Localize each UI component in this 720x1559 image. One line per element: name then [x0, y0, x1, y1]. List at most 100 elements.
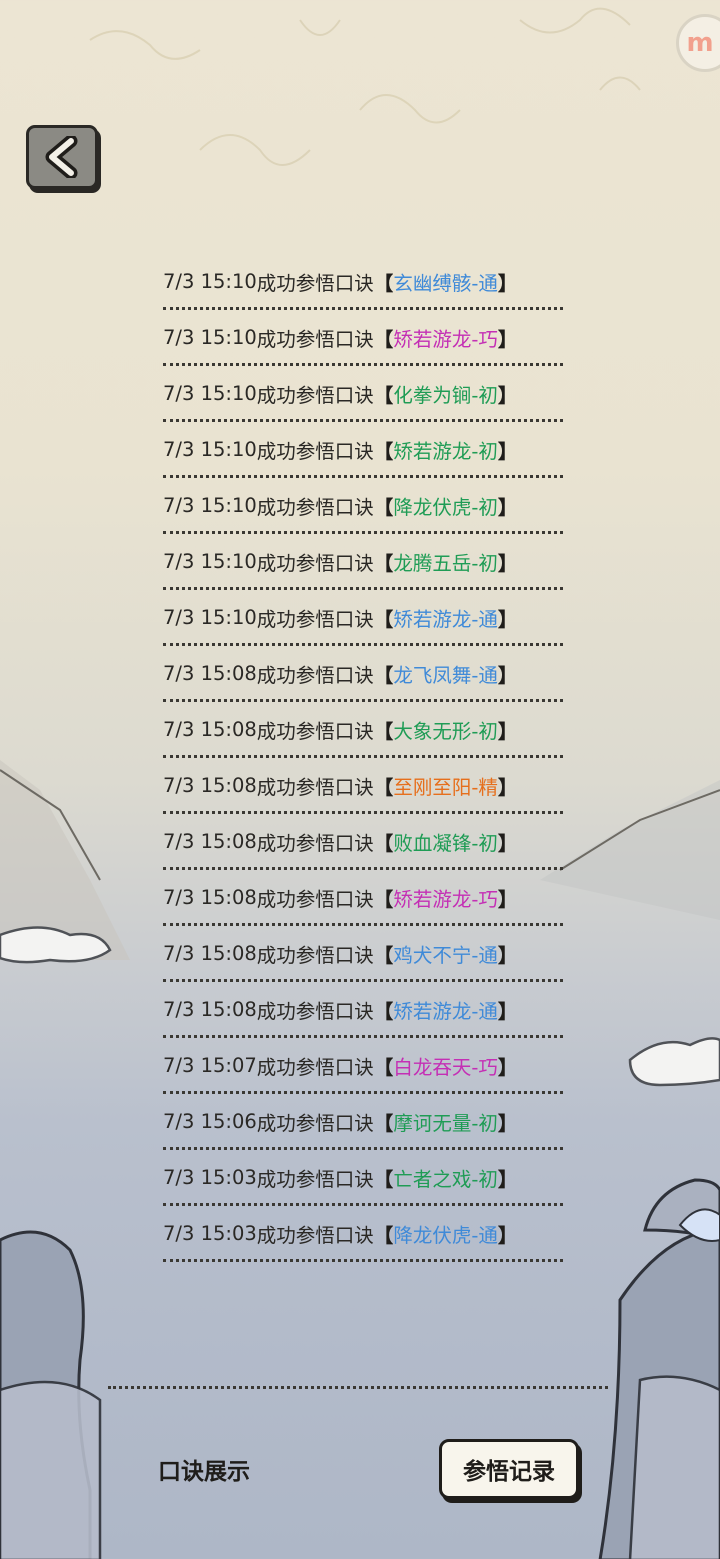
bracket-close: 】	[497, 1168, 518, 1191]
record-row: 7/3 15:08 成功参悟口诀【鸡犬不宁-通】	[163, 926, 563, 982]
tab-record[interactable]: 参悟记录	[439, 1439, 579, 1499]
record-row: 7/3 15:10 成功参悟口诀【化拳为锏-初】	[163, 366, 563, 422]
record-text: 成功参悟口诀	[256, 720, 374, 743]
record-skill: 化拳为锏-初	[393, 384, 498, 407]
record-skill: 败血凝锋-初	[393, 832, 498, 855]
record-skill: 降龙伏虎-通	[393, 1224, 498, 1247]
bracket-open: 【	[373, 1112, 394, 1135]
bracket-close: 】	[497, 944, 518, 967]
record-time: 7/3 15:10	[163, 270, 257, 293]
bracket-close: 】	[497, 832, 518, 855]
record-text: 成功参悟口诀	[256, 440, 374, 463]
record-time: 7/3 15:03	[163, 1222, 257, 1245]
record-time: 7/3 15:08	[163, 662, 257, 685]
record-skill: 矫若游龙-巧	[393, 888, 498, 911]
bracket-close: 】	[497, 328, 518, 351]
bracket-open: 【	[373, 552, 394, 575]
bracket-open: 【	[373, 1000, 394, 1023]
record-skill: 亡者之戏-初	[393, 1168, 498, 1191]
bracket-open: 【	[373, 776, 394, 799]
record-text: 成功参悟口诀	[256, 832, 374, 855]
bracket-close: 】	[497, 1000, 518, 1023]
record-text: 成功参悟口诀	[256, 944, 374, 967]
bracket-open: 【	[373, 1168, 394, 1191]
record-skill: 矫若游龙-初	[393, 440, 498, 463]
record-text: 成功参悟口诀	[256, 1112, 374, 1135]
bracket-open: 【	[373, 496, 394, 519]
record-time: 7/3 15:08	[163, 998, 257, 1021]
record-time: 7/3 15:10	[163, 438, 257, 461]
record-skill: 矫若游龙-通	[393, 1000, 498, 1023]
record-text: 成功参悟口诀	[256, 608, 374, 631]
bracket-close: 】	[497, 664, 518, 687]
record-text: 成功参悟口诀	[256, 776, 374, 799]
bracket-close: 】	[497, 496, 518, 519]
bracket-open: 【	[373, 888, 394, 911]
record-text: 成功参悟口诀	[256, 272, 374, 295]
record-text: 成功参悟口诀	[256, 1056, 374, 1079]
record-skill: 玄幽缚骸-通	[393, 272, 498, 295]
record-time: 7/3 15:10	[163, 550, 257, 573]
record-skill: 鸡犬不宁-通	[393, 944, 498, 967]
record-time: 7/3 15:08	[163, 718, 257, 741]
bracket-open: 【	[373, 664, 394, 687]
tab-showcase[interactable]: 口诀展示	[158, 1452, 250, 1486]
divider	[108, 1386, 608, 1389]
record-text: 成功参悟口诀	[256, 1168, 374, 1191]
bracket-close: 】	[497, 720, 518, 743]
bracket-close: 】	[497, 1056, 518, 1079]
app-logo: m	[676, 14, 720, 72]
record-row: 7/3 15:10 成功参悟口诀【龙腾五岳-初】	[163, 534, 563, 590]
record-row: 7/3 15:03 成功参悟口诀【亡者之戏-初】	[163, 1150, 563, 1206]
record-skill: 至刚至阳-精	[393, 776, 498, 799]
record-text: 成功参悟口诀	[256, 664, 374, 687]
bracket-open: 【	[373, 272, 394, 295]
record-row: 7/3 15:10 成功参悟口诀【矫若游龙-巧】	[163, 310, 563, 366]
record-row: 7/3 15:10 成功参悟口诀【矫若游龙-通】	[163, 590, 563, 646]
record-time: 7/3 15:08	[163, 886, 257, 909]
bracket-close: 】	[497, 888, 518, 911]
record-text: 成功参悟口诀	[256, 1000, 374, 1023]
record-skill: 白龙吞天-巧	[393, 1056, 498, 1079]
record-row: 7/3 15:07 成功参悟口诀【白龙吞天-巧】	[163, 1038, 563, 1094]
record-time: 7/3 15:10	[163, 326, 257, 349]
bracket-open: 【	[373, 1224, 394, 1247]
bracket-open: 【	[373, 1056, 394, 1079]
record-text: 成功参悟口诀	[256, 384, 374, 407]
record-row: 7/3 15:03 成功参悟口诀【降龙伏虎-通】	[163, 1206, 563, 1262]
bracket-open: 【	[373, 328, 394, 351]
bracket-close: 】	[497, 440, 518, 463]
bracket-open: 【	[373, 440, 394, 463]
chevron-left-icon	[45, 136, 78, 178]
record-row: 7/3 15:08 成功参悟口诀【大象无形-初】	[163, 702, 563, 758]
record-skill: 降龙伏虎-初	[393, 496, 498, 519]
record-time: 7/3 15:07	[163, 1054, 257, 1077]
record-row: 7/3 15:08 成功参悟口诀【至刚至阳-精】	[163, 758, 563, 814]
record-skill: 龙飞凤舞-通	[393, 664, 498, 687]
record-row: 7/3 15:06 成功参悟口诀【摩诃无量-初】	[163, 1094, 563, 1150]
record-time: 7/3 15:06	[163, 1110, 257, 1133]
record-text: 成功参悟口诀	[256, 1224, 374, 1247]
bracket-close: 】	[497, 776, 518, 799]
bracket-open: 【	[373, 832, 394, 855]
bracket-close: 】	[497, 1224, 518, 1247]
record-time: 7/3 15:08	[163, 774, 257, 797]
record-time: 7/3 15:08	[163, 942, 257, 965]
record-text: 成功参悟口诀	[256, 496, 374, 519]
back-button[interactable]	[26, 125, 98, 189]
record-time: 7/3 15:10	[163, 494, 257, 517]
record-list: 7/3 15:10 成功参悟口诀【玄幽缚骸-通】 7/3 15:10 成功参悟口诀【矫…	[163, 254, 563, 1262]
bracket-close: 】	[497, 384, 518, 407]
record-row: 7/3 15:08 成功参悟口诀【败血凝锋-初】	[163, 814, 563, 870]
record-row: 7/3 15:08 成功参悟口诀【龙飞凤舞-通】	[163, 646, 563, 702]
bracket-open: 【	[373, 384, 394, 407]
bracket-open: 【	[373, 944, 394, 967]
bracket-close: 】	[497, 552, 518, 575]
record-text: 成功参悟口诀	[256, 552, 374, 575]
record-time: 7/3 15:10	[163, 382, 257, 405]
record-skill: 大象无形-初	[393, 720, 498, 743]
record-skill: 龙腾五岳-初	[393, 552, 498, 575]
record-row: 7/3 15:08 成功参悟口诀【矫若游龙-通】	[163, 982, 563, 1038]
record-row: 7/3 15:10 成功参悟口诀【玄幽缚骸-通】	[163, 254, 563, 310]
record-time: 7/3 15:10	[163, 606, 257, 629]
